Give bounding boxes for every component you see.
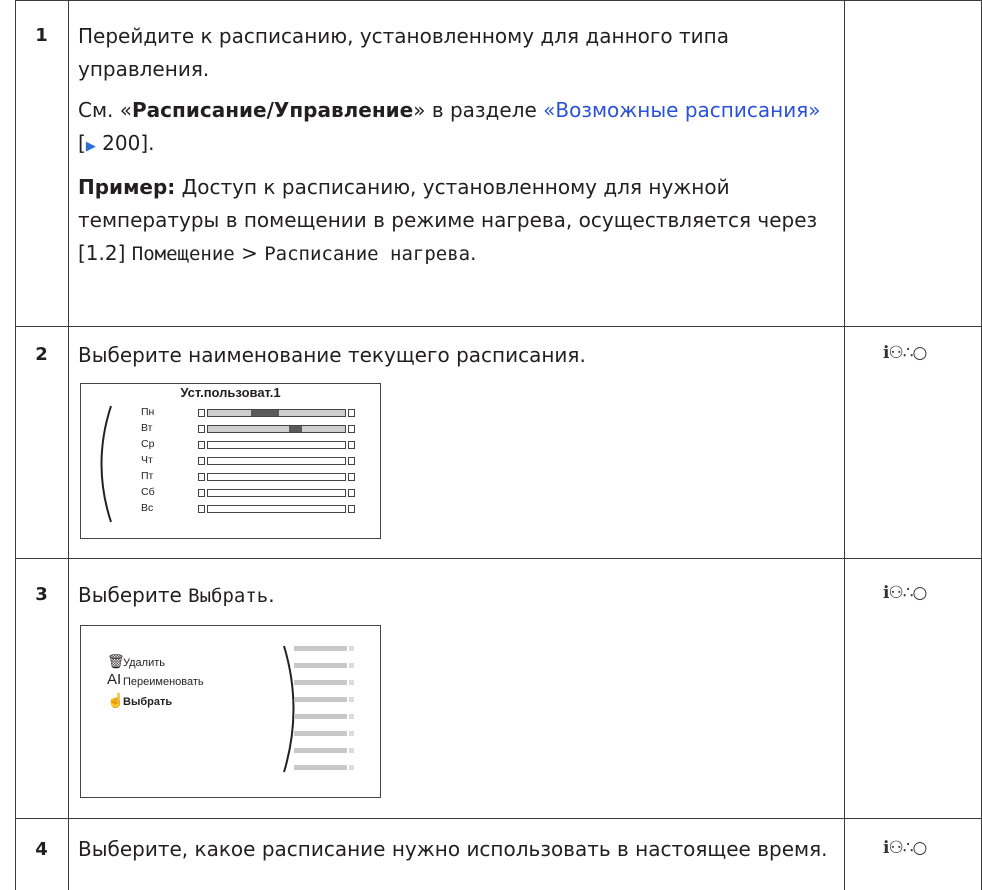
step-1-paragraph: Перейдите к расписанию, установленному д… xyxy=(78,24,729,81)
scroll-arc-icon xyxy=(100,405,112,523)
day-label: Ср xyxy=(141,438,155,450)
list-placeholder xyxy=(294,714,354,719)
schedule-title: Уст.пользоват.1 xyxy=(180,385,281,400)
schedule-bar xyxy=(198,441,355,449)
schedule-bar xyxy=(198,473,355,481)
schedule-bar xyxy=(198,457,355,465)
example-end: . xyxy=(470,241,477,265)
list-placeholder xyxy=(294,646,354,651)
day-label: Сб xyxy=(141,486,155,498)
step-3-text: Выберите Выбрать. xyxy=(78,579,834,613)
day-label: Вс xyxy=(141,502,154,514)
list-placeholder xyxy=(294,663,354,668)
schedule-screen: Уст.пользоват.1 Пн Вт Ср Чт Пт Сб Вс xyxy=(80,383,381,539)
step-4-text: Выберите, какое расписание нужно использ… xyxy=(78,837,828,861)
ref-page-close: ]. xyxy=(140,131,155,155)
list-placeholder xyxy=(294,680,354,685)
step-1-reference: См. «Расписание/Управление» в разделе «В… xyxy=(78,94,834,163)
example-label: Пример: xyxy=(78,175,176,199)
schedule-bar xyxy=(198,505,355,513)
day-label: Чт xyxy=(141,454,153,466)
schedule-bar xyxy=(198,409,355,417)
ref-page-open: [ xyxy=(78,131,86,155)
step-3-prefix: Выберите xyxy=(78,583,189,607)
row-divider xyxy=(15,0,982,1)
col-divider xyxy=(844,0,845,890)
step-2-text: Выберите наименование текущего расписани… xyxy=(78,343,586,367)
step-number: 2 xyxy=(35,344,48,365)
action-menu-screen: 🗑 Удалить AI Переименовать ☝ Выбрать xyxy=(80,625,381,798)
step-1-text: Перейдите к расписанию, установленному д… xyxy=(78,20,834,271)
row-divider xyxy=(15,326,982,327)
menu-item-rename: Переименовать xyxy=(123,676,204,688)
page-arrow-icon[interactable]: ▶ xyxy=(86,139,96,154)
rename-icon: AI xyxy=(107,671,122,688)
instruction-table: 1 Перейдите к расписанию, установленному… xyxy=(0,0,982,890)
menu-item-select: Выбрать xyxy=(123,696,173,708)
dial-control-icon: ℹ⚇∴○ xyxy=(883,838,927,858)
day-label: Пн xyxy=(141,406,155,418)
schedule-bar xyxy=(198,425,355,433)
menu-path-2: Расписание нагрева xyxy=(264,243,471,265)
dial-control-icon: ℹ⚇∴○ xyxy=(883,343,927,363)
col-divider xyxy=(68,0,69,890)
row-divider xyxy=(15,558,982,559)
day-label: Вт xyxy=(141,422,153,434)
ref-mid: » в разделе xyxy=(413,98,544,122)
menu-path-1: Помещение xyxy=(131,243,235,265)
step-number: 4 xyxy=(35,839,48,860)
list-placeholder xyxy=(294,697,354,702)
ref-page[interactable]: 200 xyxy=(96,131,140,155)
list-placeholder xyxy=(294,748,354,753)
section-link[interactable]: «Возможные расписания» xyxy=(543,98,820,122)
step-3-end: . xyxy=(268,583,275,607)
ref-prefix: См. « xyxy=(78,98,133,122)
step-1-example: Пример: Доступ к расписанию, установленн… xyxy=(78,171,834,271)
menu-item-delete: Удалить xyxy=(123,657,165,669)
schedule-bar xyxy=(198,489,355,497)
ref-bold: Расписание/Управление xyxy=(132,98,414,122)
list-placeholder xyxy=(294,765,354,770)
col-divider xyxy=(15,0,16,890)
dial-control-icon: ℹ⚇∴○ xyxy=(883,583,927,603)
hand-pointer-icon: ☝ xyxy=(107,692,125,708)
row-divider xyxy=(15,818,982,819)
step-number: 3 xyxy=(35,584,48,605)
path-separator: > xyxy=(234,241,265,265)
step-3-item: Выбрать xyxy=(188,585,269,607)
list-placeholder xyxy=(294,731,354,736)
day-label: Пт xyxy=(141,470,154,482)
step-number: 1 xyxy=(35,25,48,46)
